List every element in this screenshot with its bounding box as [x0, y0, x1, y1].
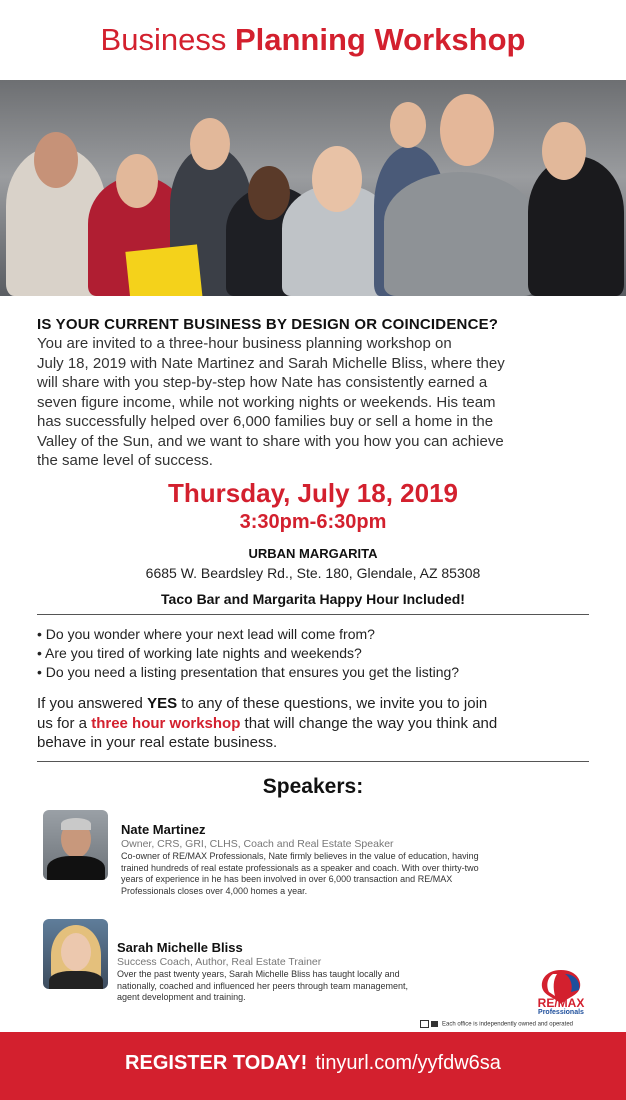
- question-list: Do you wonder where your next lead will …: [37, 625, 589, 682]
- equal-housing-icon: [420, 1020, 429, 1028]
- speakers-heading: Speakers:: [262, 775, 364, 798]
- event-time: 3:30pm-6:30pm: [239, 511, 387, 533]
- logo-sub: Professionals: [538, 1009, 584, 1016]
- hero-photo: [0, 80, 626, 296]
- intro-line: the same level of success.: [37, 452, 213, 469]
- event-address: 6685 W. Beardsley Rd., Ste. 180, Glendal…: [145, 565, 481, 581]
- speaker-bio: Over the past twenty years, Sarah Michel…: [117, 969, 409, 1002]
- title-part-1: Business: [100, 22, 227, 57]
- realtor-icon: [431, 1021, 438, 1027]
- divider: [37, 761, 589, 762]
- register-banner[interactable]: REGISTER TODAY! tinyurl.com/yyfdw6sa: [0, 1032, 626, 1100]
- yellow-folder: [125, 244, 203, 296]
- list-item: Do you wonder where your next lead will …: [37, 625, 589, 644]
- event-venue: URBAN MARGARITA: [248, 546, 378, 561]
- invite-paragraph: If you answered YES to any of these ques…: [37, 695, 498, 751]
- disclaimer: Each office is independently owned and o…: [420, 1020, 573, 1028]
- intro-line: seven figure income, while not working n…: [37, 393, 496, 411]
- speaker-bio: Co-owner of RE/MAX Professionals, Nate f…: [121, 851, 479, 896]
- register-link[interactable]: tinyurl.com/yyfdw6sa: [315, 1052, 501, 1074]
- intro-line: You are invited to a three-hour business…: [37, 335, 452, 352]
- list-item: Are you tired of working late nights and…: [37, 644, 589, 663]
- logo-brand: RE/MAX: [537, 996, 585, 1010]
- intro-line: has successfully helped over 6,000 famil…: [37, 413, 494, 430]
- intro-line: July 18, 2019 with Nate Martinez and Sar…: [37, 354, 505, 372]
- divider: [37, 614, 589, 615]
- yes-emphasis: YES: [147, 695, 178, 712]
- intro-paragraph: You are invited to a three-hour business…: [37, 334, 589, 471]
- speaker-photo-sarah: [43, 919, 108, 989]
- page-title: Business Planning Workshop: [0, 22, 626, 58]
- speaker-name: Sarah Michelle Bliss: [117, 940, 243, 955]
- speaker-photo-nate: [43, 810, 108, 880]
- speaker-role: Success Coach, Author, Real Estate Train…: [117, 956, 322, 968]
- speaker-name: Nate Martinez: [121, 822, 206, 837]
- event-date: Thursday, July 18, 2019: [168, 478, 458, 508]
- list-item: Do you need a listing presentation that …: [37, 663, 589, 682]
- intro-line: Valley of the Sun, and we want to share …: [37, 432, 504, 450]
- title-part-2: Planning Workshop: [234, 22, 526, 57]
- workshop-emphasis: three hour workshop: [91, 714, 241, 732]
- event-perk: Taco Bar and Margarita Happy Hour Includ…: [161, 591, 465, 607]
- speaker-role: Owner, CRS, GRI, CLHS, Coach and Real Es…: [121, 838, 394, 850]
- remax-logo: RE/MAX Professionals: [531, 968, 591, 1022]
- intro-line: will share with you step-by-step how Nat…: [37, 374, 488, 391]
- intro-headline: IS YOUR CURRENT BUSINESS BY DESIGN OR CO…: [37, 316, 499, 333]
- register-cta: REGISTER TODAY!: [125, 1052, 308, 1074]
